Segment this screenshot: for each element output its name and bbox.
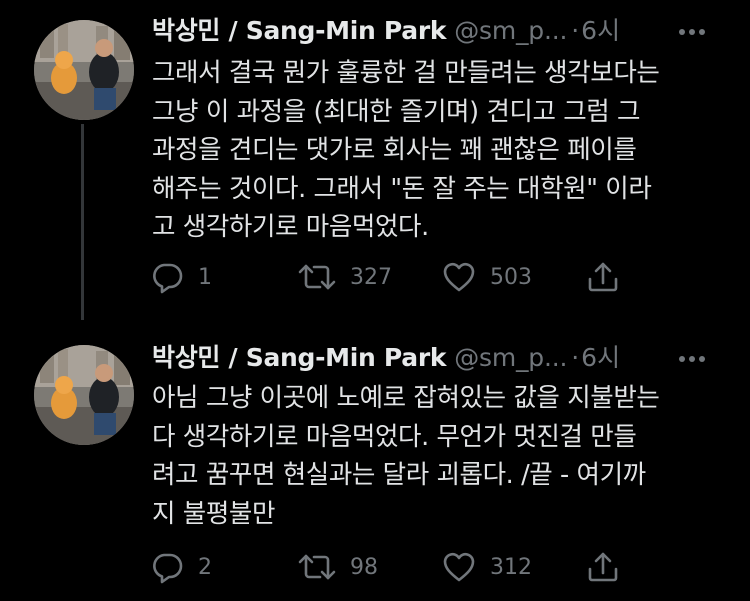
share-button[interactable] bbox=[586, 547, 620, 587]
avatar-photo bbox=[34, 20, 134, 120]
retweet-arrows-icon bbox=[298, 554, 336, 580]
tweet-text-line: 려고 꿈꾸면 현실과는 달라 괴롭다. /끝 - 여기까 bbox=[152, 460, 646, 490]
reply-button[interactable]: 2 bbox=[150, 547, 212, 587]
reply-bubble-icon bbox=[153, 263, 183, 294]
heart-icon bbox=[443, 262, 475, 292]
tweet-actions: 2 98 312 bbox=[150, 547, 630, 587]
tweet-header: 박상민 / Sang-Min Park @sm_p... ·6시 bbox=[152, 341, 730, 375]
more-options-button[interactable] bbox=[672, 344, 712, 374]
tweet-text-line: 다 생각하기로 마음먹었다. 무언가 멋진걸 만들 bbox=[152, 421, 637, 452]
tweet-actions: 1 327 503 bbox=[150, 257, 630, 297]
retweet-arrows-icon bbox=[298, 264, 336, 290]
share-upload-icon bbox=[588, 262, 618, 292]
tweet-text-line: 지 불평불만 bbox=[152, 498, 276, 529]
like-button[interactable]: 312 bbox=[442, 547, 532, 587]
timestamp[interactable]: 6시 bbox=[581, 343, 620, 372]
author-name[interactable]: 박상민 / Sang-Min Park bbox=[152, 343, 447, 372]
more-horizontal-icon bbox=[679, 29, 705, 35]
tweet[interactable]: 박상민 / Sang-Min Park @sm_p... ·6시 그래서 결국 뭔가… bbox=[0, 0, 750, 320]
avatar[interactable] bbox=[34, 345, 134, 445]
share-button[interactable] bbox=[586, 257, 620, 297]
share-upload-icon bbox=[588, 552, 618, 582]
reply-bubble-icon bbox=[153, 553, 183, 584]
author-handle[interactable]: @sm_p... bbox=[454, 343, 567, 372]
reply-count: 1 bbox=[198, 264, 212, 290]
tweet-text-line: 아님 그냥 이곳에 노예로 잡혀있는 값을 지불받는 bbox=[152, 383, 660, 413]
thread-connector-line bbox=[81, 124, 84, 320]
tweet-text-line: 그냥 이 과정을 (최대한 즐기며) 견디고 그럼 그 bbox=[152, 96, 641, 127]
author-handle[interactable]: @sm_p... bbox=[454, 16, 567, 45]
separator-dot: · bbox=[571, 16, 580, 45]
heart-icon bbox=[443, 552, 475, 582]
tweet-header: 박상민 / Sang-Min Park @sm_p... ·6시 bbox=[152, 14, 730, 48]
retweet-count: 98 bbox=[350, 554, 378, 580]
like-count: 503 bbox=[490, 264, 532, 290]
reply-button[interactable]: 1 bbox=[150, 257, 212, 297]
tweet-text-line: 해주는 것이다. 그래서 "돈 잘 주는 대학원" 이라 bbox=[152, 173, 652, 204]
retweet-button[interactable]: 98 bbox=[298, 547, 378, 587]
separator-dot: · bbox=[571, 343, 580, 372]
tweet-text-line: 과정을 견디는 댓가로 회사는 꽤 괜찮은 페이를 bbox=[152, 135, 637, 165]
avatar-photo bbox=[34, 345, 134, 445]
like-count: 312 bbox=[490, 554, 532, 580]
tweet[interactable]: 박상민 / Sang-Min Park @sm_p... ·6시 아님 그냥 이곳에… bbox=[0, 320, 750, 601]
retweet-count: 327 bbox=[350, 264, 392, 290]
like-button[interactable]: 503 bbox=[442, 257, 532, 297]
tweet-text-line: 고 생각하기로 마음먹었다. bbox=[152, 212, 429, 242]
tweet-text: 그래서 결국 뭔가 훌륭한 걸 만들려는 생각보다는 그냥 이 과정을 (최대한… bbox=[152, 54, 732, 247]
tweet-text: 아님 그냥 이곳에 노예로 잡혀있는 값을 지불받는 다 생각하기로 마음먹었다… bbox=[152, 379, 732, 533]
author-name[interactable]: 박상민 / Sang-Min Park bbox=[152, 16, 447, 45]
avatar[interactable] bbox=[34, 20, 134, 120]
tweet-text-line: 그래서 결국 뭔가 훌륭한 걸 만들려는 생각보다는 bbox=[152, 58, 660, 88]
more-options-button[interactable] bbox=[672, 17, 712, 47]
reply-count: 2 bbox=[198, 554, 212, 580]
more-horizontal-icon bbox=[679, 356, 705, 362]
timestamp[interactable]: 6시 bbox=[581, 16, 620, 45]
retweet-button[interactable]: 327 bbox=[298, 257, 392, 297]
